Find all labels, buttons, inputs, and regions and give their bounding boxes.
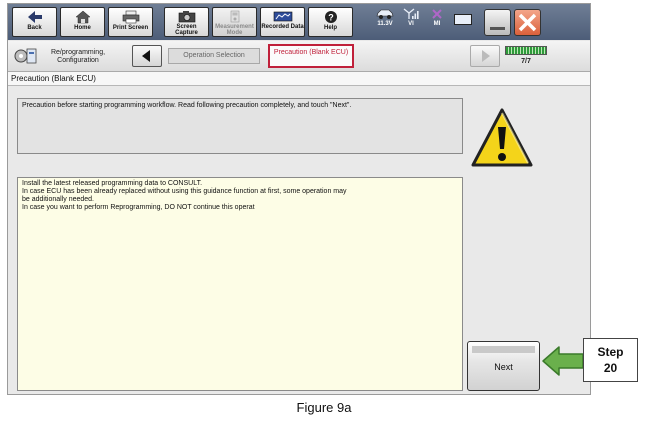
minimize-icon xyxy=(490,27,505,30)
print-label: Print Screen xyxy=(112,25,149,31)
left-arrow-icon xyxy=(142,50,150,62)
recorded-data-button[interactable]: Recorded Data xyxy=(260,7,305,37)
next-button[interactable]: Next xyxy=(467,341,540,391)
camera-icon xyxy=(178,11,195,23)
measure-label: Measurement Mode xyxy=(215,24,254,36)
breadcrumb-step-operation-selection[interactable]: Operation Selection xyxy=(168,48,260,64)
back-button[interactable]: Back xyxy=(12,7,57,37)
reprogramming-icon xyxy=(14,48,37,64)
warning-icon xyxy=(471,108,533,167)
precaution-line-4: In case you want to perform Reprogrammin… xyxy=(22,204,255,211)
precaution-content: Install the latest released programming … xyxy=(17,177,463,391)
intro-message: Precaution before starting programming w… xyxy=(17,98,463,154)
breadcrumb-step-reprogramming[interactable]: Re/programming, Configuration xyxy=(41,49,115,65)
help-button[interactable]: ? Help xyxy=(308,7,353,37)
help-label: Help xyxy=(323,25,337,31)
home-icon xyxy=(74,10,91,24)
svg-text:?: ? xyxy=(328,13,334,23)
measurement-mode-button[interactable]: Measurement Mode xyxy=(212,7,257,37)
minimize-button[interactable] xyxy=(484,9,511,36)
step-number: 20 xyxy=(603,361,618,375)
callout-arrow-icon xyxy=(542,346,584,376)
step-word: Step xyxy=(597,345,624,359)
capture-label: Screen Capture xyxy=(175,24,198,36)
next-label: Next xyxy=(494,362,513,372)
home-button[interactable]: Home xyxy=(60,7,105,37)
previous-button[interactable] xyxy=(132,45,162,67)
step-callout: Step 20 xyxy=(583,338,638,382)
screen-capture-button[interactable]: Screen Capture xyxy=(164,7,209,37)
breadcrumb: Re/programming, Configuration Operation … xyxy=(8,41,590,72)
close-button[interactable] xyxy=(514,9,541,36)
car-icon xyxy=(376,9,394,19)
precaution-line-1: Install the latest released programming … xyxy=(22,180,203,187)
right-arrow-icon xyxy=(482,50,490,62)
app-window: Back Home Print Screen Screen Capture Me… xyxy=(7,3,591,395)
recorded-label: Recorded Data xyxy=(261,24,304,30)
next-page-button[interactable] xyxy=(470,45,500,67)
progress-bar xyxy=(505,46,547,55)
print-screen-button[interactable]: Print Screen xyxy=(108,7,153,37)
precaution-line-3: be additionally needed. xyxy=(22,196,95,203)
page-title: Precaution (Blank ECU) xyxy=(8,72,590,86)
vi-label: VI xyxy=(408,21,414,27)
mi-disconnected-icon xyxy=(432,9,442,19)
vi-signal-icon xyxy=(403,8,419,19)
close-icon xyxy=(518,13,537,32)
vi-status: VI xyxy=(400,8,422,27)
toolbar: Back Home Print Screen Screen Capture Me… xyxy=(8,4,590,40)
progress-count: 7/7 xyxy=(521,58,531,65)
battery-status: 11.3V xyxy=(374,8,396,27)
recorded-data-icon xyxy=(273,11,292,22)
printer-icon xyxy=(122,10,139,24)
breadcrumb-step-precaution: Precaution (Blank ECU) xyxy=(268,44,354,68)
mi-label: MI xyxy=(433,21,441,27)
precaution-line-2: In case ECU has been already replaced wi… xyxy=(22,188,347,195)
keyboard-icon xyxy=(454,14,472,25)
battery-voltage: 11.3V xyxy=(377,21,393,27)
home-label: Home xyxy=(74,25,91,31)
figure-caption: Figure 9a xyxy=(296,400,352,415)
help-icon: ? xyxy=(324,11,337,23)
meter-icon xyxy=(230,10,239,23)
mi-status: MI xyxy=(426,8,448,27)
back-arrow-icon xyxy=(27,11,42,23)
back-label: Back xyxy=(27,25,42,31)
